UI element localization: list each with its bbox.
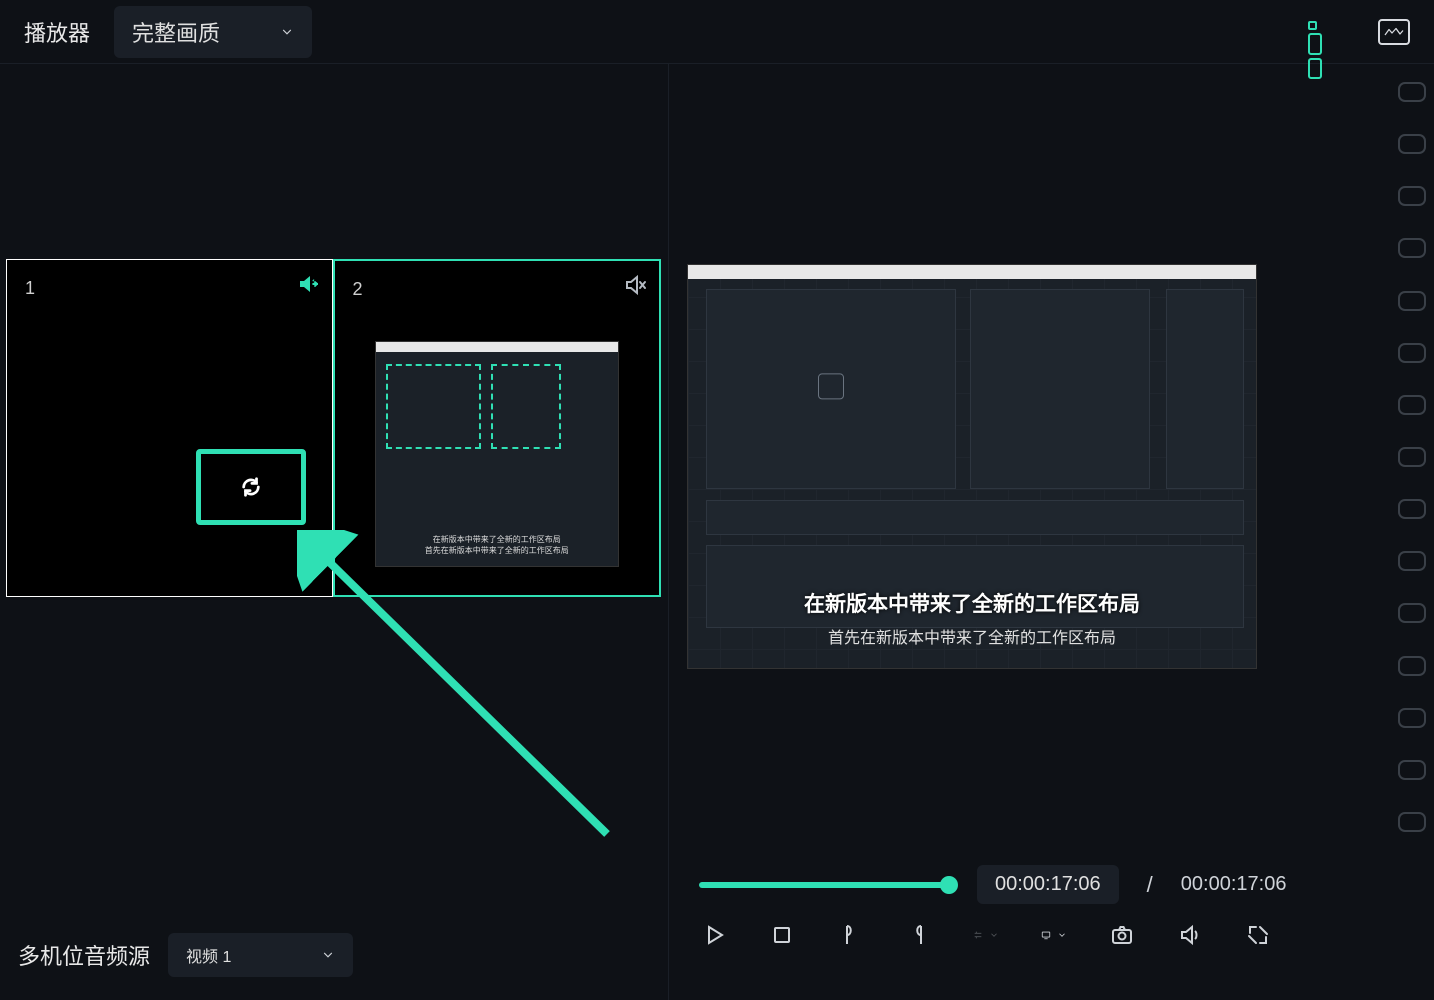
camera-grid: 1 xyxy=(6,259,661,597)
quality-dropdown[interactable]: 完整画质 xyxy=(114,6,312,58)
display-button[interactable] xyxy=(1041,922,1067,948)
mark-in-button[interactable] xyxy=(837,922,863,948)
time-separator: / xyxy=(1147,872,1153,898)
audio-source-label: 多机位音频源 xyxy=(18,939,150,971)
speaker-muted-icon[interactable] xyxy=(623,273,647,297)
loading-focus-box xyxy=(196,449,306,525)
play-button[interactable] xyxy=(701,922,727,948)
range-tool-button[interactable] xyxy=(973,922,999,948)
volume-button[interactable] xyxy=(1177,922,1203,948)
scopes-icon[interactable] xyxy=(1378,19,1410,45)
layout-grid-icon[interactable] xyxy=(1308,21,1338,43)
audio-source-dropdown[interactable]: 视频 1 xyxy=(168,933,353,977)
transport-buttons xyxy=(699,922,1404,948)
preview-caption-2: 首先在新版本中带来了全新的工作区布局 xyxy=(688,624,1256,648)
film-strip xyxy=(1398,64,1430,850)
preview-dashed-panel-1 xyxy=(706,289,956,489)
audio-source-row: 多机位音频源 视频 1 xyxy=(0,910,668,1000)
preview-window-bar xyxy=(688,265,1256,279)
preview-dashed-panel-2 xyxy=(970,289,1150,489)
audio-source-value: 视频 1 xyxy=(186,943,231,967)
player-title: 播放器 xyxy=(24,16,90,48)
preview-pane: 在新版本中带来了全新的工作区布局 首先在新版本中带来了全新的工作区布局 00:0… xyxy=(668,64,1434,1000)
header-right xyxy=(1308,19,1410,45)
thumb-dashed-box-2 xyxy=(491,364,561,449)
quality-label: 完整画质 xyxy=(132,16,220,48)
camera-number-1: 1 xyxy=(25,278,35,299)
camera-cell-1[interactable]: 1 xyxy=(6,259,333,597)
preview-caption-1: 在新版本中带来了全新的工作区布局 xyxy=(688,588,1256,618)
header-left: 播放器 完整画质 xyxy=(24,6,312,58)
chevron-down-icon xyxy=(280,25,294,39)
preview-area: 在新版本中带来了全新的工作区布局 首先在新版本中带来了全新的工作区布局 xyxy=(669,64,1434,850)
transport-controls: 00:00:17:06 / 00:00:17:06 xyxy=(669,850,1434,1000)
thumb-caption-1: 在新版本中带来了全新的工作区布局 xyxy=(376,535,619,545)
multicam-pane: 1 xyxy=(0,64,668,1000)
snapshot-button[interactable] xyxy=(1109,922,1135,948)
mark-out-button[interactable] xyxy=(905,922,931,948)
preview-toolbar-panel xyxy=(706,500,1244,535)
timeline-row: 00:00:17:06 / 00:00:17:06 xyxy=(699,865,1404,904)
chevron-down-icon xyxy=(321,948,335,962)
thumb-body: 在新版本中带来了全新的工作区布局 首先在新版本中带来了全新的工作区布局 xyxy=(376,352,619,566)
camera-2-thumbnail: 在新版本中带来了全新的工作区布局 首先在新版本中带来了全新的工作区布局 xyxy=(375,341,620,567)
playhead-slider[interactable] xyxy=(699,882,949,888)
fullscreen-button[interactable] xyxy=(1245,922,1271,948)
thumb-dashed-box-1 xyxy=(386,364,481,449)
chevron-down-icon xyxy=(989,923,999,947)
media-placeholder-icon xyxy=(818,373,844,399)
preview-side-panel xyxy=(1166,289,1244,489)
camera-grid-area: 1 xyxy=(0,64,668,910)
stop-button[interactable] xyxy=(769,922,795,948)
preview-viewport[interactable]: 在新版本中带来了全新的工作区布局 首先在新版本中带来了全新的工作区布局 xyxy=(687,264,1257,669)
camera-cell-2[interactable]: 2 在新版本中带来了全新的工作区布局 xyxy=(333,259,662,597)
thumb-caption-2: 首先在新版本中带来了全新的工作区布局 xyxy=(376,546,619,556)
body: 1 xyxy=(0,64,1434,1000)
chevron-down-icon xyxy=(1057,923,1067,947)
video-editor-player: 播放器 完整画质 1 xyxy=(0,0,1434,1000)
thumb-captions: 在新版本中带来了全新的工作区布局 首先在新版本中带来了全新的工作区布局 xyxy=(376,535,619,556)
total-time: 00:00:17:06 xyxy=(1181,873,1287,896)
thumb-window-bar xyxy=(376,342,619,352)
playhead-knob[interactable] xyxy=(940,876,958,894)
refresh-icon xyxy=(240,476,262,498)
camera-number-2: 2 xyxy=(353,279,363,300)
current-time[interactable]: 00:00:17:06 xyxy=(977,865,1119,904)
speaker-on-icon[interactable] xyxy=(296,272,320,296)
player-header: 播放器 完整画质 xyxy=(0,0,1434,64)
